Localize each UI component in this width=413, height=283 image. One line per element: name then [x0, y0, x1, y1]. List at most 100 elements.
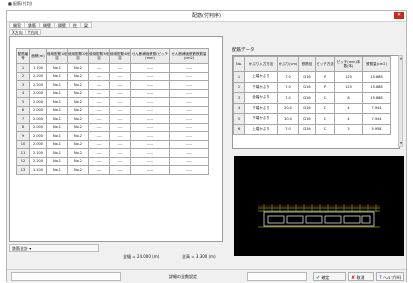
cell-rebar-3[interactable]: ----: [88, 156, 110, 166]
cell-rebar-3[interactable]: ----: [88, 80, 110, 90]
cell-rebar-2[interactable]: No.2: [67, 114, 89, 124]
cell-cover[interactable]: 7.0: [277, 123, 299, 135]
cell-shear-amount[interactable]: -----: [169, 88, 209, 98]
table-row[interactable]: 5 2.000 No.1 No.2 ---- ---- ----- -----: [16, 97, 209, 107]
cell-shear-pitch[interactable]: -----: [130, 105, 170, 115]
cell-pitch-count[interactable]: 8: [334, 92, 363, 104]
table-row[interactable]: 13 1.100 No.1 No.2 ---- ---- ----- -----: [16, 165, 209, 175]
cell-rebar-2[interactable]: No.2: [67, 156, 89, 166]
ok-button[interactable]: ✔ 確定: [313, 272, 346, 281]
cell-amount[interactable]: 7.944: [362, 102, 391, 114]
cell-shear-pitch[interactable]: -----: [130, 97, 170, 107]
cell-amount[interactable]: 5.958: [362, 123, 391, 135]
cell-area[interactable]: 2.000: [29, 88, 47, 98]
cell-shear-pitch[interactable]: -----: [130, 165, 170, 175]
cell-rebar-1[interactable]: No.1: [46, 88, 68, 98]
tab-side-wall[interactable]: 側壁: [39, 22, 55, 28]
cell-pitch-method[interactable]: C: [315, 123, 335, 135]
cell-shear-pitch[interactable]: -----: [130, 63, 170, 73]
cell-shear-amount[interactable]: -----: [169, 131, 209, 141]
table-row[interactable]: 2 下端かぶり 7.0 D16 P 125 15.888: [233, 81, 391, 93]
cell-cover[interactable]: 7.0: [277, 71, 299, 83]
cell-shear-pitch[interactable]: -----: [130, 139, 170, 149]
cell-amount[interactable]: 15.888: [362, 71, 391, 83]
cell-cover-method[interactable]: 上端かぶり: [244, 123, 278, 135]
tab-y-direction[interactable]: Y方向: [24, 29, 42, 35]
cell-cover-method[interactable]: 全幅かぶり: [244, 92, 278, 104]
cell-rebar-2[interactable]: No.2: [67, 88, 89, 98]
cell-rebar-4[interactable]: ----: [109, 88, 131, 98]
cell-amount[interactable]: 15.888: [362, 81, 391, 93]
cell-rebar-1[interactable]: No.1: [46, 156, 68, 166]
rebar-data-scrollbar[interactable]: ▲ ▼: [398, 55, 403, 147]
cell-rebar-3[interactable]: ----: [88, 165, 110, 175]
table-row[interactable]: 1 1.100 No.1 No.2 ---- ---- ----- -----: [16, 63, 209, 73]
cell-shear-amount[interactable]: -----: [169, 71, 209, 81]
cell-rebar-4[interactable]: ----: [109, 156, 131, 166]
cell-rebar-2[interactable]: No.2: [67, 71, 89, 81]
cell-rebar-3[interactable]: ----: [88, 63, 110, 73]
cell-cover[interactable]: 7.0: [277, 81, 299, 93]
cell-shear-amount[interactable]: -----: [169, 156, 209, 166]
table-row[interactable]: 9 2.000 No.1 No.2 ---- ---- ----- -----: [16, 131, 209, 141]
table-row[interactable]: 7 2.000 No.1 No.2 ---- ---- ----- -----: [16, 114, 209, 124]
cell-cover-method[interactable]: 上端かぶり: [244, 71, 278, 83]
cell-shear-amount[interactable]: -----: [169, 122, 209, 132]
cell-shear-amount[interactable]: -----: [169, 165, 209, 175]
cell-rebar-4[interactable]: ----: [109, 139, 131, 149]
scroll-down-icon[interactable]: ▼: [399, 141, 403, 146]
table-row[interactable]: 3 2.200 No.1 No.2 ---- ---- ----- -----: [16, 80, 209, 90]
cell-area[interactable]: 2.000: [29, 97, 47, 107]
cell-area[interactable]: 2.000: [29, 114, 47, 124]
cell-area[interactable]: 2.100: [29, 148, 47, 158]
cell-rebar-4[interactable]: ----: [109, 71, 131, 81]
tab-partition[interactable]: 隔壁: [54, 22, 70, 28]
cell-rebar-1[interactable]: No.1: [46, 139, 68, 149]
help-button[interactable]: ? ヘルプ(H): [376, 272, 404, 281]
rebar-total-dropdown[interactable]: 鉄筋全計 ▾: [9, 244, 99, 252]
cell-rebar-1[interactable]: No.1: [46, 131, 68, 141]
cell-rebar-1[interactable]: No.1: [46, 122, 68, 132]
cell-rebar-2[interactable]: No.2: [67, 97, 89, 107]
table-row[interactable]: 12 2.200 No.1 No.2 ---- ---- ----- -----: [16, 156, 209, 166]
cell-diameter[interactable]: D16: [298, 102, 316, 114]
table-row[interactable]: 11 2.100 No.1 No.2 ---- ---- ----- -----: [16, 148, 209, 158]
table-row[interactable]: 10 2.000 No.1 No.2 ---- ---- ----- -----: [16, 139, 209, 149]
cell-rebar-4[interactable]: ----: [109, 114, 131, 124]
cell-rebar-4[interactable]: ----: [109, 131, 131, 141]
table-row[interactable]: 5 下端かぶり 10.0 D16 C 4 7.944: [233, 113, 391, 125]
cell-rebar-4[interactable]: ----: [109, 165, 131, 175]
tab-beam[interactable]: 梁: [80, 22, 92, 28]
cell-amount[interactable]: 7.944: [362, 113, 391, 125]
cell-rebar-3[interactable]: ----: [88, 105, 110, 115]
cell-rebar-4[interactable]: ----: [109, 105, 131, 115]
cell-rebar-1[interactable]: No.1: [46, 80, 68, 90]
cell-cover-method[interactable]: 下端かぶり: [244, 81, 278, 93]
cell-area[interactable]: 2.200: [29, 80, 47, 90]
cell-shear-pitch[interactable]: -----: [130, 88, 170, 98]
cell-pitch-method[interactable]: P: [315, 81, 335, 93]
table-row[interactable]: 3 全幅かぶり 7.0 D16 C 8 15.888: [233, 92, 391, 104]
cell-area[interactable]: 2.000: [29, 105, 47, 115]
cell-area[interactable]: 2.200: [29, 156, 47, 166]
cell-shear-amount[interactable]: -----: [169, 105, 209, 115]
cell-area[interactable]: 2.000: [29, 139, 47, 149]
cell-rebar-3[interactable]: ----: [88, 122, 110, 132]
cell-pitch-count[interactable]: 3: [334, 123, 363, 135]
cell-diameter[interactable]: D16: [298, 71, 316, 83]
cell-cover[interactable]: 7.0: [277, 92, 299, 104]
cell-shear-amount[interactable]: -----: [169, 114, 209, 124]
cell-area[interactable]: 1.100: [29, 63, 47, 73]
cell-diameter[interactable]: D16: [298, 113, 316, 125]
table-row[interactable]: 8 2.000 No.1 No.2 ---- ---- ----- -----: [16, 122, 209, 132]
cell-rebar-1[interactable]: No.1: [46, 97, 68, 107]
cell-pitch-method[interactable]: C: [315, 102, 335, 114]
cell-rebar-3[interactable]: ----: [88, 114, 110, 124]
cell-rebar-4[interactable]: ----: [109, 122, 131, 132]
cell-rebar-2[interactable]: No.2: [67, 63, 89, 73]
cancel-button[interactable]: ✘ 取消: [348, 272, 374, 281]
tab-opening[interactable]: 開窓: [9, 22, 25, 28]
cell-shear-pitch[interactable]: -----: [130, 114, 170, 124]
cell-rebar-2[interactable]: No.2: [67, 165, 89, 175]
cell-pitch-count[interactable]: 4: [334, 113, 363, 125]
